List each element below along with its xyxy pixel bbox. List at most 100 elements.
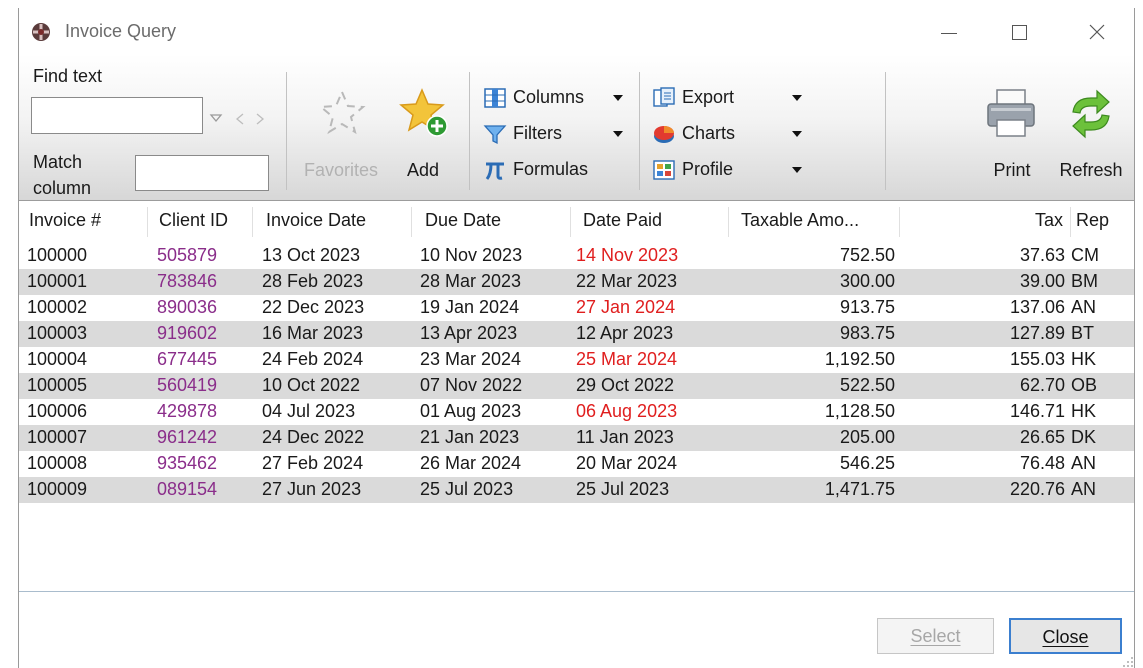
cell-rep: AN: [1071, 453, 1097, 473]
table-row[interactable]: 100006 429878 04 Jul 2023 01 Aug 2023 06 Aug…: [19, 399, 1134, 425]
charts-dropdown-icon: [792, 131, 802, 137]
cell-taxable-amount: 752.50: [839, 245, 895, 265]
add-star-icon: [399, 88, 448, 137]
find-text-label: Find text: [33, 66, 103, 86]
table-row[interactable]: 100008 935462 27 Feb 2024 26 Mar 2024 20 Mar…: [19, 451, 1134, 477]
cell-invoice: 100002: [27, 297, 88, 317]
favorites-label: Favorites: [303, 160, 379, 180]
cell-tax: 62.70: [1019, 375, 1065, 395]
refresh-button[interactable]: Refresh: [1049, 76, 1133, 186]
cell-date-paid: 22 Mar 2023: [576, 271, 678, 291]
profile-menu[interactable]: Profile: [652, 154, 802, 188]
col-header-due-date[interactable]: Due Date: [425, 210, 501, 236]
columns-label: Columns: [513, 87, 585, 107]
filters-dropdown-icon: [613, 131, 623, 137]
add-label: Add: [406, 160, 440, 180]
col-header-client-id[interactable]: Client ID: [159, 210, 228, 236]
print-label: Print: [993, 160, 1031, 180]
table-header: Invoice # Client ID Invoice Date Due Dat…: [19, 201, 1134, 243]
invoice-query-window: Invoice Query Find text Match column Fav…: [18, 8, 1135, 668]
cell-rep: HK: [1071, 401, 1097, 421]
cell-due-date: 23 Mar 2024: [420, 349, 522, 369]
cell-date-paid: 25 Mar 2024: [576, 349, 678, 369]
invoice-table[interactable]: Invoice # Client ID Invoice Date Due Dat…: [19, 201, 1134, 591]
col-header-rep[interactable]: Rep: [1076, 210, 1109, 236]
cell-taxable-amount: 913.75: [839, 297, 895, 317]
table-row[interactable]: 100002 890036 22 Dec 2023 19 Jan 2024 27 Jan…: [19, 295, 1134, 321]
col-header-taxable-amount[interactable]: Taxable Amo...: [741, 210, 859, 236]
table-row[interactable]: 100001 783846 28 Feb 2023 28 Mar 2023 22 Mar…: [19, 269, 1134, 295]
cell-tax: 76.48: [1019, 453, 1065, 473]
cell-invoice-date: 13 Oct 2023: [262, 245, 361, 265]
cell-client-id: 935462: [157, 453, 218, 473]
col-header-invoice-date[interactable]: Invoice Date: [266, 210, 366, 236]
cell-date-paid: 29 Oct 2022: [576, 375, 675, 395]
table-row[interactable]: 100003 919602 16 Mar 2023 13 Apr 2023 12 Apr…: [19, 321, 1134, 347]
cell-tax: 26.65: [1019, 427, 1065, 447]
export-menu[interactable]: Export: [652, 82, 802, 116]
profile-dropdown-icon: [792, 167, 802, 173]
cell-rep: BM: [1071, 271, 1098, 291]
cell-tax: 37.63: [1019, 245, 1065, 265]
cell-invoice: 100004: [27, 349, 88, 369]
table-row[interactable]: 100005 560419 10 Oct 2022 07 Nov 2022 29 Oct…: [19, 373, 1134, 399]
cell-date-paid: 27 Jan 2024: [576, 297, 676, 317]
select-label: Select: [910, 626, 961, 646]
cell-due-date: 10 Nov 2023: [420, 245, 523, 265]
cell-due-date: 28 Mar 2023: [420, 271, 522, 291]
window-title: Invoice Query: [65, 21, 177, 41]
cell-date-paid: 20 Mar 2024: [576, 453, 678, 473]
minimize-button[interactable]: [925, 16, 971, 48]
cell-due-date: 13 Apr 2023: [420, 323, 518, 343]
table-row[interactable]: 100007 961242 24 Dec 2022 21 Jan 2023 11 Jan…: [19, 425, 1134, 451]
add-favorite-button[interactable]: Add: [391, 76, 455, 186]
filters-menu[interactable]: Filters: [483, 118, 633, 152]
cell-invoice: 100005: [27, 375, 88, 395]
close-label: Close: [1042, 627, 1089, 647]
cell-taxable-amount: 546.25: [839, 453, 895, 473]
title-bar[interactable]: Invoice Query: [19, 8, 1134, 54]
find-nav-icons[interactable]: [209, 112, 269, 126]
favorites-button[interactable]: Favorites: [295, 76, 387, 186]
cell-tax: 155.03: [1009, 349, 1065, 369]
col-header-tax[interactable]: Tax: [979, 210, 1063, 236]
table-row[interactable]: 100009 089154 27 Jun 2023 25 Jul 2023 25 Jul…: [19, 477, 1134, 503]
cell-invoice-date: 27 Jun 2023: [262, 479, 362, 499]
cell-taxable-amount: 205.00: [839, 427, 895, 447]
cell-invoice: 100006: [27, 401, 88, 421]
columns-dropdown-icon: [613, 95, 623, 101]
match-column-input[interactable]: [135, 155, 269, 191]
col-header-invoice[interactable]: Invoice #: [29, 210, 101, 236]
formulas-menu[interactable]: Formulas: [483, 154, 633, 188]
cell-taxable-amount: 1,471.75: [824, 479, 895, 499]
find-text-input[interactable]: [31, 97, 203, 134]
cell-client-id: 429878: [157, 401, 218, 421]
printer-icon: [987, 89, 1035, 137]
match-column-label-2: column: [33, 178, 92, 198]
cell-rep: BT: [1071, 323, 1095, 343]
cell-client-id: 089154: [157, 479, 218, 499]
select-button[interactable]: Select: [877, 618, 994, 654]
cell-client-id: 783846: [157, 271, 218, 291]
table-row[interactable]: 100000 505879 13 Oct 2023 10 Nov 2023 14 Nov…: [19, 243, 1134, 269]
resize-grip-icon[interactable]: [1122, 656, 1134, 668]
cell-client-id: 560419: [157, 375, 218, 395]
cell-rep: AN: [1071, 479, 1097, 499]
cell-invoice: 100001: [27, 271, 88, 291]
close-window-button[interactable]: [1075, 16, 1121, 48]
cell-invoice-date: 04 Jul 2023: [262, 401, 356, 421]
profile-label: Profile: [682, 159, 734, 179]
filters-label: Filters: [513, 123, 562, 143]
print-button[interactable]: Print: [977, 76, 1047, 186]
cell-rep: CM: [1071, 245, 1099, 265]
maximize-button[interactable]: [996, 16, 1042, 48]
cell-tax: 39.00: [1019, 271, 1065, 291]
cell-tax: 127.89: [1009, 323, 1065, 343]
cell-rep: AN: [1071, 297, 1097, 317]
charts-menu[interactable]: Charts: [652, 118, 802, 152]
col-header-date-paid[interactable]: Date Paid: [583, 210, 662, 236]
columns-menu[interactable]: Columns: [483, 82, 633, 116]
cell-invoice-date: 10 Oct 2022: [262, 375, 361, 395]
close-button[interactable]: Close: [1009, 618, 1122, 654]
table-row[interactable]: 100004 677445 24 Feb 2024 23 Mar 2024 25 Mar…: [19, 347, 1134, 373]
